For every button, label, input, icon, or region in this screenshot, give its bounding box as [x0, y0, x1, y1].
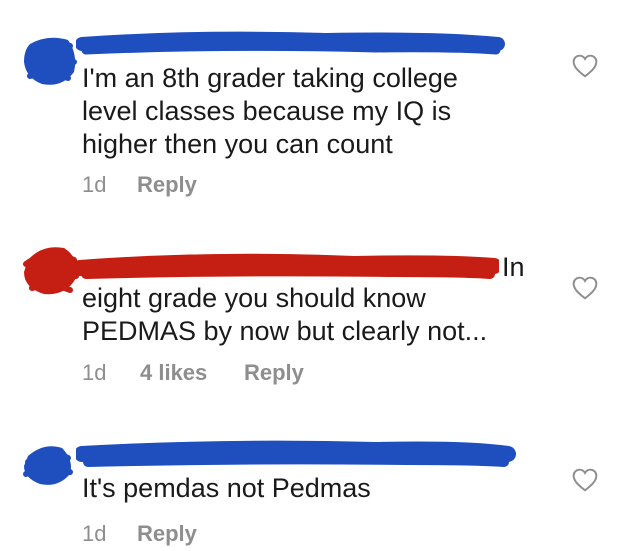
- username-redacted: [76, 440, 516, 467]
- timestamp: 1d: [82, 172, 107, 197]
- username-redacted: [76, 31, 505, 55]
- comment-1: I'm an 8th grader taking college level c…: [0, 0, 640, 210]
- partially-visible-text: In: [502, 252, 525, 282]
- comment-2: In eight grade you should know PEDMAS by…: [0, 210, 640, 390]
- comment-body: eight grade you should know PEDMAS by no…: [82, 283, 488, 346]
- avatar-redacted: [23, 247, 79, 295]
- comment-3: It's pemdas not Pedmas 1d Reply: [0, 390, 640, 551]
- timestamp: 1d: [82, 521, 107, 546]
- avatar-redacted: [24, 37, 77, 85]
- username-redacted: [74, 253, 499, 279]
- reply-button[interactable]: Reply: [137, 521, 197, 547]
- reply-button[interactable]: Reply: [137, 172, 197, 198]
- avatar-redacted: [23, 446, 73, 485]
- comment-body: It's pemdas not Pedmas: [82, 473, 371, 503]
- heart-outline-icon[interactable]: [572, 468, 598, 492]
- timestamp: 1d: [82, 360, 107, 385]
- reply-button[interactable]: Reply: [244, 360, 304, 386]
- comment-body: I'm an 8th grader taking college level c…: [82, 63, 458, 159]
- heart-outline-icon[interactable]: [572, 54, 598, 78]
- heart-outline-icon[interactable]: [572, 276, 598, 300]
- likes-count[interactable]: 4 likes: [140, 360, 207, 386]
